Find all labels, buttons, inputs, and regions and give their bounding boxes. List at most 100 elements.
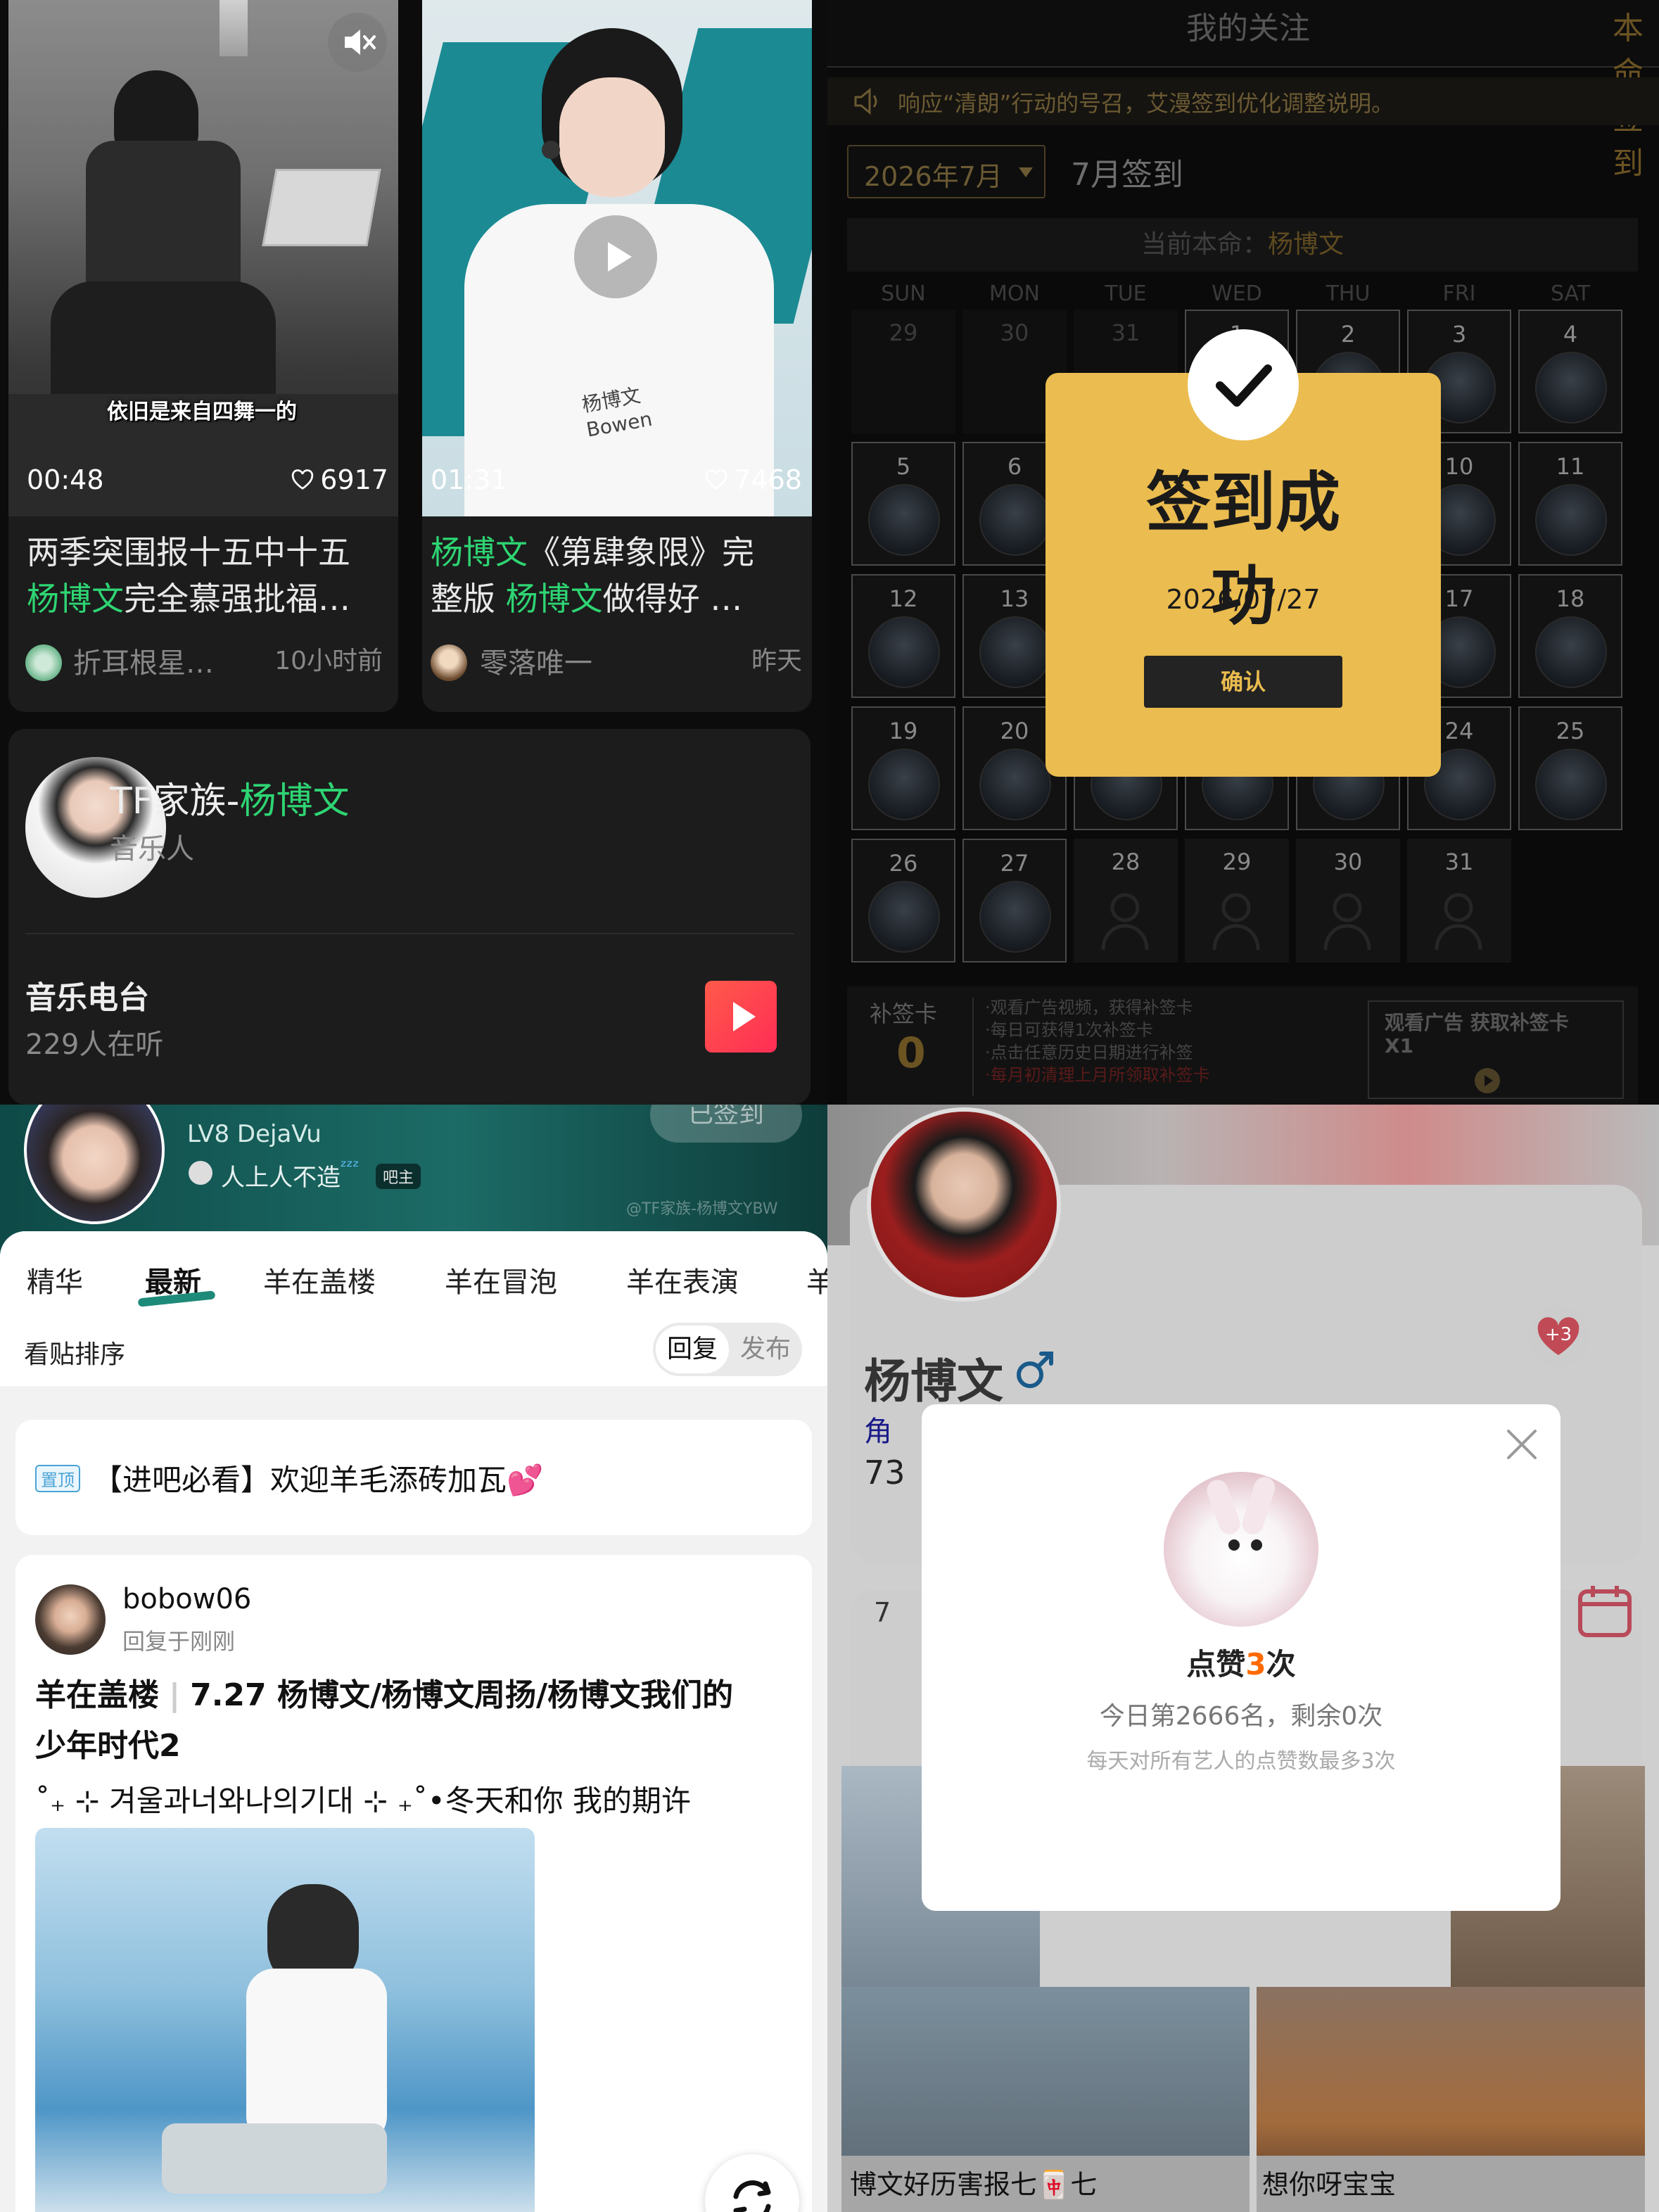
mute-icon[interactable] (328, 13, 387, 72)
author-avatar-1[interactable] (25, 644, 62, 681)
pinned-post[interactable]: 置顶 【进吧必看】欢迎羊毛添砖加瓦💕 (15, 1420, 812, 1535)
speaker-icon (854, 87, 877, 115)
close-icon[interactable] (1503, 1425, 1541, 1463)
radio-listeners: 229人在听 (25, 1029, 164, 1061)
makeup-rules: ·观看广告视频，获得补签卡 ·每日可获得1次补签卡 ·点击任意历史日期进行补签 … (985, 998, 1210, 1085)
video-title-1[interactable]: 两季突围报十五中十五 杨博文完全慕强批福… (27, 529, 386, 622)
person-placeholder-icon (1320, 888, 1375, 951)
calendar-cell-day[interactable]: 19 (851, 706, 955, 830)
profile-name: 杨博文 (864, 1354, 1003, 1409)
weekday-header: SUN MON TUE WED THU FRI SAT (851, 281, 1639, 310)
user-avatar[interactable] (24, 1105, 165, 1224)
calendar-day-number: 30 (1000, 319, 1029, 346)
calendar-day-number: 18 (1556, 585, 1585, 612)
zzz-icon: ᶻᶻᶻ (341, 1157, 360, 1176)
author-name-1[interactable]: 折耳根星… (73, 640, 214, 681)
author-name-2[interactable]: 零落唯一 (480, 640, 592, 681)
video-feed-panel: 依旧是来自四舞一的 00:48 6917 两季突围报十五中十五 杨博文完全慕强批… (0, 0, 827, 1105)
calendar-cell-day[interactable]: 11 (1518, 442, 1622, 566)
weekday-sat: SAT (1550, 281, 1591, 306)
video-title-2[interactable]: 杨博文《第肆象限》完 整版 杨博文做得好 … (431, 529, 789, 622)
calendar-day-number: 31 (1111, 319, 1140, 346)
calendar-cell-prev[interactable]: 29 (851, 310, 955, 433)
post-author[interactable]: bobow06 (122, 1583, 251, 1615)
calendar-cell-day[interactable]: 26 (851, 839, 955, 962)
confirm-button[interactable]: 确认 (1144, 656, 1342, 708)
calendar-cell-day[interactable]: 4 (1518, 310, 1622, 433)
tab-essence[interactable]: 精华 (27, 1259, 83, 1300)
post-card[interactable]: bobow06 回复于刚刚 羊在盖楼 | 7.27 杨博文/杨博文周扬/杨博文我们的… (15, 1555, 812, 2212)
artist-card[interactable]: TF家族-杨博文 音乐人 音乐电台 229人在听 (8, 729, 811, 1105)
like-modal: 点赞3次 今日第2666名，剩余0次 每天对所有艺人的点赞数最多3次 (922, 1404, 1561, 1911)
sort-label: 看贴排序 (24, 1340, 126, 1369)
video-card-2[interactable]: 杨博文 Bowen 01:31 7468 杨博文《第肆象限》完 整版 杨博文做得… (422, 0, 812, 712)
video-likes-2: 7468 (704, 464, 802, 495)
calendar-cell-day[interactable]: 5 (851, 442, 955, 566)
moderator-badge: 吧主 (376, 1164, 421, 1189)
radio-title[interactable]: 音乐电台 (25, 972, 149, 1017)
calendar-icon[interactable] (1575, 1580, 1635, 1641)
watermark: @TF家族-杨博文YBW (626, 1200, 778, 1218)
sort-publish[interactable]: 发布 (732, 1326, 799, 1373)
video-card-1[interactable]: 依旧是来自四舞一的 00:48 6917 两季突围报十五中十五 杨博文完全慕强批… (8, 0, 398, 712)
artist-name[interactable]: TF家族-杨博文 (110, 771, 349, 824)
artist-role: 音乐人 (110, 833, 194, 865)
post-body: ˚₊ ⊹ 겨울과너와나의기대 ⊹ ₊˚•冬天和你 我的期许 (35, 1784, 692, 1818)
row-fragment: 7 (874, 1597, 891, 1628)
weekday-mon: MON (989, 281, 1040, 306)
video-caption-1: 依旧是来自四舞一的 (107, 400, 297, 424)
pinned-text: 【进吧必看】欢迎羊毛添砖加瓦💕 (93, 1463, 544, 1497)
watch-ad-button[interactable]: 观看广告 获取补签卡 X1 (1368, 1000, 1624, 1099)
sort-toggle[interactable]: 回复 发布 (653, 1323, 802, 1376)
author-avatar-2[interactable] (431, 644, 467, 681)
calendar-day-number: 25 (1556, 718, 1585, 744)
checkmark-icon (1188, 329, 1299, 440)
profile-avatar[interactable] (867, 1107, 1061, 1302)
radio-play-icon[interactable] (705, 981, 777, 1053)
checkin-avatar (979, 484, 1051, 556)
calendar-cell-day[interactable]: 27 (962, 839, 1067, 962)
checkin-avatar (979, 616, 1051, 688)
caret-down-icon (1019, 167, 1033, 177)
like-badge[interactable]: +3 (1528, 1306, 1589, 1366)
post-image[interactable] (35, 1828, 535, 2212)
notice-bar[interactable]: 响应“清朗”行动的号召，艾漫签到优化调整说明。 (827, 77, 1659, 125)
makeup-count: 0 (896, 1029, 926, 1078)
checkin-avatar (1535, 352, 1607, 424)
calendar-day-number: 29 (1222, 848, 1252, 875)
tab-more[interactable]: 羊 (806, 1259, 827, 1300)
calendar-day-number: 30 (1333, 848, 1363, 875)
calendar-cell-day[interactable]: 29 (1185, 839, 1289, 962)
calendar-cell-day[interactable]: 30 (1296, 839, 1400, 962)
checkin-avatar (1535, 484, 1607, 556)
video-thumbnail-1[interactable]: 依旧是来自四舞一的 00:48 6917 (8, 0, 398, 516)
calendar-day-number: 3 (1451, 321, 1467, 348)
tab-building[interactable]: 羊在盖楼 (263, 1259, 376, 1300)
month-label: 7月签到 (1071, 157, 1183, 193)
month-select[interactable]: 2026年7月 (847, 145, 1045, 198)
artist-profile-panel: 杨博文 角 73 +3 7 博文好历害报七🀄七 想你呀宝宝 点赞3次 今日第26… (827, 1105, 1659, 2212)
sort-reply[interactable]: 回复 (656, 1326, 729, 1373)
tab-performance[interactable]: 羊在表演 (626, 1259, 739, 1300)
calendar-day-number: 19 (889, 718, 918, 744)
refresh-icon[interactable] (705, 2154, 799, 2212)
tab-following[interactable]: 我的关注 (1186, 3, 1310, 48)
user-motto: 人上人不造 (221, 1164, 341, 1192)
signed-in-button[interactable]: 已签到 (650, 1105, 802, 1143)
post-author-avatar[interactable] (35, 1584, 106, 1655)
calendar-cell-day[interactable]: 28 (1074, 839, 1178, 962)
calendar-cell-day[interactable]: 12 (851, 574, 955, 698)
calendar-cell-day[interactable]: 18 (1518, 574, 1622, 698)
checkin-avatar (979, 749, 1051, 820)
checkin-avatar (1535, 749, 1607, 820)
calendar-cell-day[interactable]: 25 (1518, 706, 1622, 830)
current-favorite: 当前本命：杨博文 (847, 218, 1638, 272)
post-title: 羊在盖楼 | 7.27 杨博文/杨博文周扬/杨博文我们的 少年时代2 (35, 1677, 734, 1764)
checkin-avatar (868, 616, 940, 688)
play-icon[interactable] (574, 215, 657, 298)
video-thumbnail-2[interactable]: 杨博文 Bowen 01:31 7468 (422, 0, 812, 516)
calendar-cell-day[interactable]: 31 (1407, 839, 1511, 962)
tab-bubble[interactable]: 羊在冒泡 (445, 1259, 557, 1300)
person-placeholder-icon (1431, 888, 1486, 951)
person-placeholder-icon (1098, 888, 1152, 951)
